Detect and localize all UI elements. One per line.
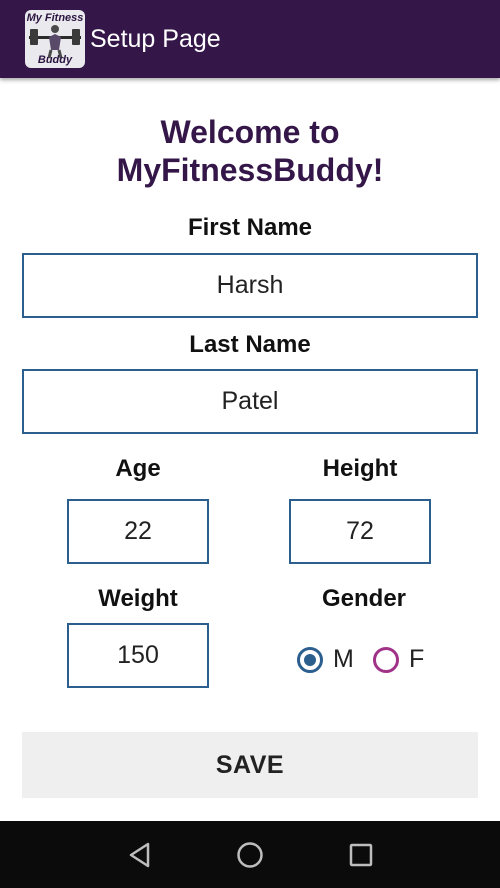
weight-label: Weight [98, 585, 178, 612]
last-name-field-box [22, 369, 478, 434]
recents-icon[interactable] [345, 839, 377, 871]
gender-radio-f[interactable]: F [373, 645, 424, 674]
welcome-line-2: MyFitnessBuddy! [116, 152, 384, 188]
radio-checked-icon[interactable] [297, 646, 323, 673]
first-name-field-box [22, 253, 478, 318]
age-field-box [67, 499, 209, 564]
welcome-line-1: Welcome to [160, 114, 340, 150]
height-field-box [289, 499, 431, 564]
system-nav-bar [0, 821, 500, 888]
gender-option-f-label: F [409, 645, 425, 673]
gender-label: Gender [321, 585, 407, 612]
welcome-heading: Welcome to MyFitnessBuddy! [0, 113, 500, 189]
age-label: Age [115, 455, 161, 482]
gender-radio-m[interactable]: M [297, 645, 354, 674]
logo-text-top: My Fitness [26, 12, 84, 24]
height-label: Height [322, 455, 398, 482]
page-title: Setup Page [90, 25, 221, 53]
age-input[interactable] [69, 501, 207, 562]
height-input[interactable] [291, 501, 429, 562]
save-button[interactable]: SAVE [22, 732, 478, 798]
radio-unchecked-icon[interactable] [373, 646, 399, 673]
logo-text-bottom: Buddy [37, 54, 73, 66]
home-icon[interactable] [234, 839, 266, 871]
app-logo: My Fitness Buddy [25, 10, 85, 68]
first-name-input[interactable] [24, 255, 476, 316]
gender-option-m-label: M [333, 645, 354, 673]
weight-input[interactable] [69, 625, 207, 686]
back-icon[interactable] [124, 839, 156, 871]
last-name-label: Last Name [189, 331, 311, 358]
weight-field-box [67, 623, 209, 688]
first-name-label: First Name [187, 214, 313, 241]
app-bar: My Fitness Buddy Setup Page [0, 0, 500, 78]
last-name-input[interactable] [24, 371, 476, 432]
